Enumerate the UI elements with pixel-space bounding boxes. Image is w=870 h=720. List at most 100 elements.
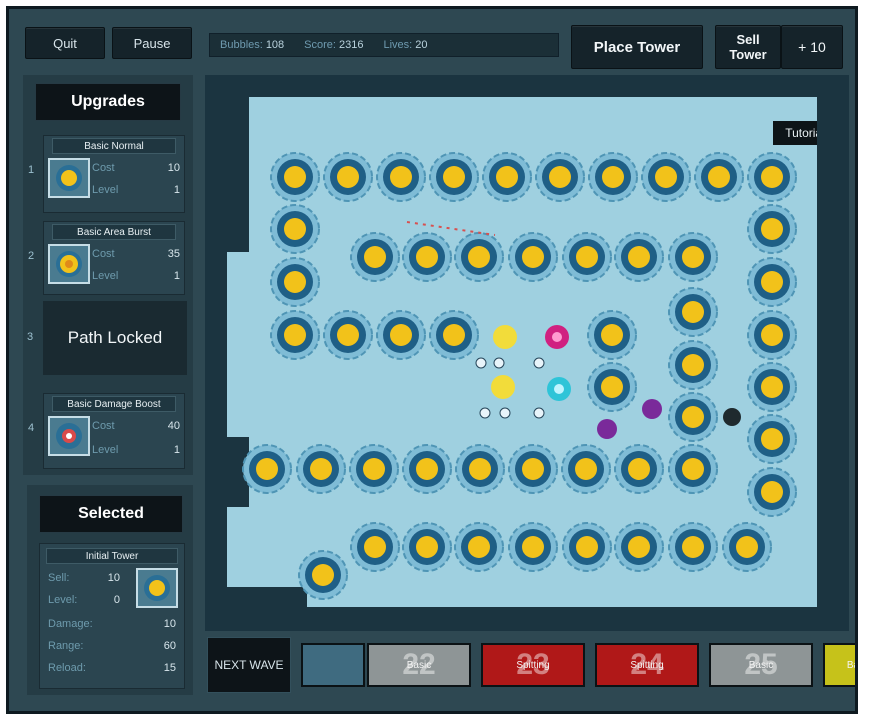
tower-core xyxy=(310,458,332,480)
projectile-trail xyxy=(406,221,496,236)
tower-core xyxy=(416,246,438,268)
upgrade-name: Basic Damage Boost xyxy=(52,396,176,412)
tower-core xyxy=(682,536,704,558)
quit-button[interactable]: Quit xyxy=(25,27,105,59)
upgrade-basic-damage-boost[interactable]: 4 Basic Damage Boost Cost 40 Level 1 xyxy=(28,393,185,469)
tower-core xyxy=(682,354,704,376)
level-value: 1 xyxy=(173,444,180,456)
initial-tower-icon xyxy=(136,568,178,608)
enemy-creep xyxy=(642,399,662,419)
tower-core xyxy=(761,324,783,346)
tower-core xyxy=(575,458,597,480)
map-wall xyxy=(227,587,307,607)
sell-tower-button[interactable]: Sell Tower xyxy=(715,25,781,69)
tower-core xyxy=(496,166,518,188)
tower-core xyxy=(390,166,412,188)
sell-value: 10 xyxy=(107,572,120,584)
path-locked-box: Path Locked xyxy=(43,301,187,375)
tower-core xyxy=(522,536,544,558)
cost-value: 10 xyxy=(167,162,180,174)
game-map[interactable]: Tutorial xyxy=(227,97,817,607)
level-label: Level xyxy=(92,444,119,456)
selected-tower-details: Initial Tower Sell: 10 Level: 0 Damage: 10 … xyxy=(39,543,185,689)
damage-boost-tower-icon xyxy=(48,416,90,456)
enemy-creep xyxy=(491,375,515,399)
lives-label: Lives: xyxy=(383,39,413,51)
damage-label: Damage: xyxy=(48,618,93,630)
selected-tower-name: Initial Tower xyxy=(46,548,178,564)
selected-title: Selected xyxy=(39,495,183,533)
tower-core xyxy=(736,536,758,558)
tutorial-button[interactable]: Tutorial xyxy=(773,121,817,145)
tower-core xyxy=(601,324,623,346)
upgrade-level-row: Level 1 xyxy=(92,184,180,196)
tower-core xyxy=(761,481,783,503)
upgrade-cost-row: Cost 40 xyxy=(92,420,180,432)
level-row: Level: 0 xyxy=(48,594,120,606)
range-row: Range: 60 xyxy=(48,640,176,652)
upgrade-basic-area-burst[interactable]: 2 Basic Area Burst Cost 35 Level 1 xyxy=(28,221,185,295)
enemy-creep-core xyxy=(552,332,562,342)
game-frame: Quit Pause Bubbles: 108 Score: 2316 Lives:… xyxy=(6,6,858,714)
wave-type: Spitting xyxy=(516,659,550,671)
pause-button[interactable]: Pause xyxy=(112,27,192,59)
small-creep xyxy=(493,357,505,369)
sell-value-display: + 10 xyxy=(781,25,843,69)
level-label: Level xyxy=(92,184,119,196)
small-creep xyxy=(533,357,545,369)
upgrade-name: Basic Normal xyxy=(52,138,176,154)
upgrades-title: Upgrades xyxy=(35,83,181,121)
small-creep xyxy=(475,357,487,369)
next-wave-button[interactable]: NEXT WAVE xyxy=(207,637,291,693)
upgrade-number: 1 xyxy=(28,164,35,176)
level-value: 1 xyxy=(173,270,180,282)
wave-slot xyxy=(301,643,365,687)
wave-type: Ba xyxy=(846,659,858,671)
sell-row: Sell: 10 xyxy=(48,572,120,584)
lives-stat: Lives: 20 xyxy=(373,39,437,51)
tower-core xyxy=(312,564,334,586)
bubbles-value: 108 xyxy=(265,39,285,51)
tower-core xyxy=(682,301,704,323)
cost-value: 40 xyxy=(167,420,180,432)
small-creep xyxy=(479,407,491,419)
tower-core xyxy=(682,246,704,268)
reload-row: Reload: 15 xyxy=(48,662,176,674)
wave-type: Spitting xyxy=(630,659,664,671)
reload-label: Reload: xyxy=(48,662,86,674)
tower-core xyxy=(628,458,650,480)
upgrade-basic-normal[interactable]: 1 Basic Normal Cost 10 Level 1 xyxy=(28,135,185,213)
enemy-creep-core xyxy=(554,384,564,394)
tower-core xyxy=(468,246,490,268)
map-canvas[interactable] xyxy=(227,97,817,607)
tower-core xyxy=(469,458,491,480)
tower-core xyxy=(549,166,571,188)
lives-value: 20 xyxy=(415,39,428,51)
tower-core xyxy=(337,324,359,346)
cost-label: Cost xyxy=(92,420,115,432)
upgrade-cost-row: Cost 10 xyxy=(92,162,180,174)
cost-label: Cost xyxy=(92,248,115,260)
small-creep xyxy=(499,407,511,419)
tower-core xyxy=(601,376,623,398)
tower-core xyxy=(284,271,306,293)
tower-core xyxy=(337,166,359,188)
tower-core xyxy=(416,536,438,558)
tower-core xyxy=(364,536,386,558)
range-value: 60 xyxy=(163,640,176,652)
upgrade-level-row: Level 1 xyxy=(92,444,180,456)
tower-core xyxy=(284,218,306,240)
map-wall xyxy=(227,97,249,252)
tower-core xyxy=(628,246,650,268)
tower-core xyxy=(576,536,598,558)
tower-core xyxy=(761,428,783,450)
tower-core xyxy=(443,166,465,188)
enemy-creep xyxy=(493,325,517,349)
wave-type: Basic xyxy=(748,659,774,671)
score-label: Score: xyxy=(304,39,336,51)
upgrade-level-row: Level 1 xyxy=(92,270,180,282)
tower-core xyxy=(655,166,677,188)
place-tower-button[interactable]: Place Tower xyxy=(571,25,703,69)
upgrade-number: 2 xyxy=(28,250,35,262)
tower-core xyxy=(682,458,704,480)
